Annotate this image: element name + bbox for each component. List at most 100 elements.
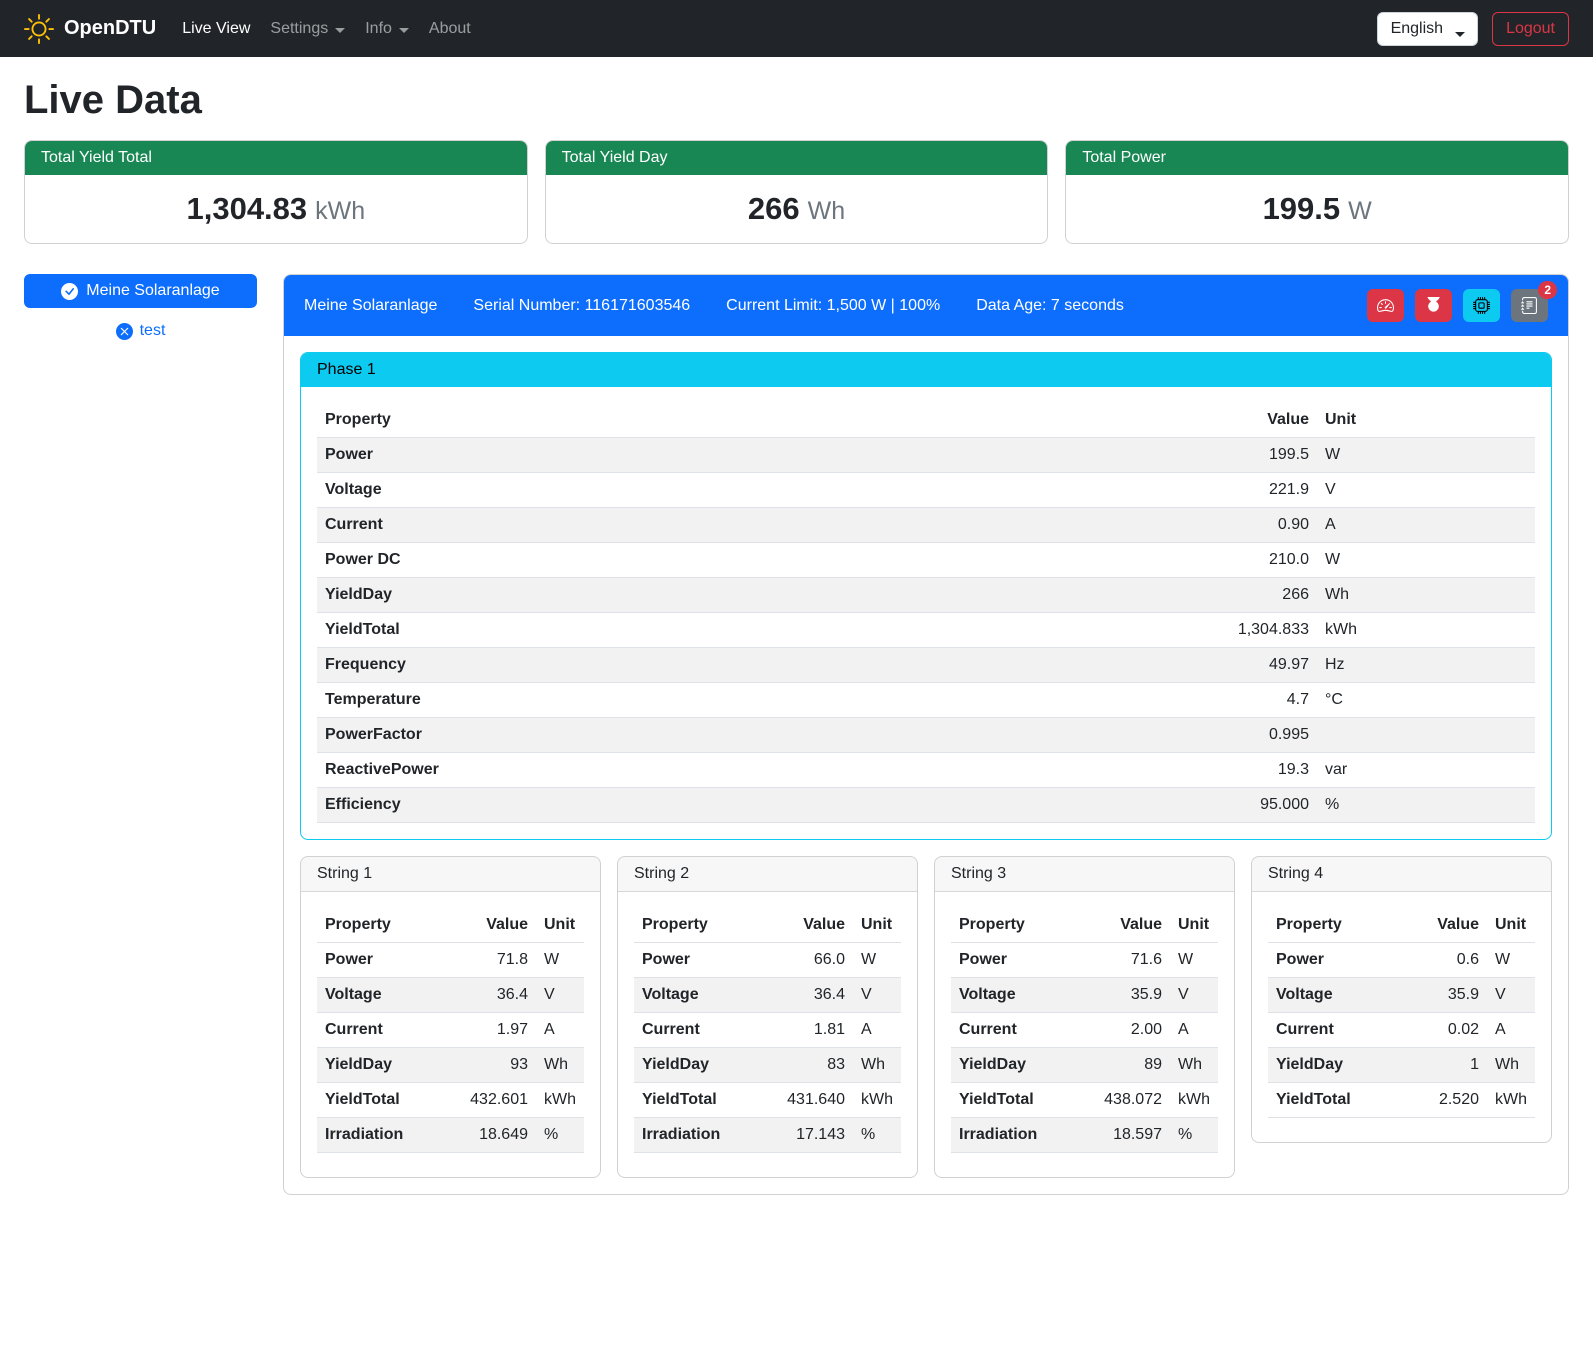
col-header-value: Value (769, 908, 853, 943)
inverter-limit: Current Limit: 1,500 W | 100% (726, 297, 940, 315)
inverter-actions: 2 (1367, 289, 1548, 322)
navbar: OpenDTU Live View Settings Info About En… (0, 0, 1593, 57)
summary-card-body: 1,304.83kWh (25, 175, 527, 243)
row-value: 210.0 (1197, 543, 1317, 578)
row-property: Temperature (317, 683, 1197, 718)
power-button[interactable] (1415, 289, 1452, 322)
col-header-value: Value (1086, 908, 1170, 943)
brand-link[interactable]: OpenDTU (24, 14, 156, 44)
x-circle-icon (116, 323, 133, 340)
row-value: 83 (769, 1048, 853, 1083)
row-unit: V (1317, 473, 1535, 508)
col-header-property: Property (317, 403, 1197, 438)
table-row: Power 71.6 W (951, 943, 1218, 978)
row-value: 2.520 (1403, 1083, 1487, 1118)
col-header-property: Property (1268, 908, 1403, 943)
row-property: YieldDay (634, 1048, 769, 1083)
string-table: Property Value Unit Power (634, 908, 901, 1153)
row-value: 0.6 (1403, 943, 1487, 978)
col-header-value: Value (452, 908, 536, 943)
logout-button[interactable]: Logout (1492, 12, 1569, 46)
table-row: Power 199.5 W (317, 438, 1535, 473)
table-row: Irradiation 18.597 % (951, 1118, 1218, 1153)
row-unit: A (853, 1013, 901, 1048)
events-button[interactable]: 2 (1511, 289, 1548, 322)
nav-settings[interactable]: Settings (260, 12, 355, 46)
inverter-select-button[interactable]: Meine Solaranlage (24, 274, 257, 308)
nav-about-label: About (429, 20, 471, 38)
table-row: Voltage 36.4 V (634, 978, 901, 1013)
string-table: Property Value Unit Power (1268, 908, 1535, 1118)
row-property: YieldTotal (317, 1083, 452, 1118)
table-row: Irradiation 18.649 % (317, 1118, 584, 1153)
nav-links: Live View Settings Info About (172, 12, 481, 46)
row-property: Power (1268, 943, 1403, 978)
row-property: YieldTotal (317, 613, 1197, 648)
limit-settings-button[interactable] (1367, 289, 1404, 322)
inverter-panel: Meine Solaranlage Serial Number: 1161716… (283, 274, 1569, 1195)
navbar-right: English Logout (1377, 12, 1569, 46)
content-row: Meine Solaranlage test Meine Solaranlage… (24, 274, 1569, 1195)
nav-settings-label: Settings (270, 20, 328, 38)
row-value: 432.601 (452, 1083, 536, 1118)
summary-card: Total Power 199.5W (1065, 140, 1569, 244)
table-row: YieldDay 83 Wh (634, 1048, 901, 1083)
table-row: YieldTotal 1,304.833 kWh (317, 613, 1535, 648)
row-unit (1317, 718, 1535, 753)
col-header-value: Value (1197, 403, 1317, 438)
nav-about[interactable]: About (419, 12, 481, 46)
table-row: Current 1.97 A (317, 1013, 584, 1048)
inverter-data-age: Data Age: 7 seconds (976, 297, 1124, 315)
inverter-item-test[interactable]: test (24, 322, 257, 340)
row-unit: W (1487, 943, 1535, 978)
string-card-title: String 1 (301, 857, 600, 892)
row-value: 1.81 (769, 1013, 853, 1048)
row-unit: V (1170, 978, 1218, 1013)
row-value: 93 (452, 1048, 536, 1083)
row-unit: kWh (536, 1083, 584, 1118)
summary-unit: kWh (315, 197, 365, 225)
inverter-item-test-label: test (140, 322, 166, 340)
row-property: YieldTotal (1268, 1083, 1403, 1118)
inverter-panel-header: Meine Solaranlage Serial Number: 1161716… (284, 275, 1568, 336)
row-property: YieldDay (317, 1048, 452, 1083)
table-row: YieldTotal 2.520 kWh (1268, 1083, 1535, 1118)
summary-card-title: Total Yield Day (546, 141, 1048, 175)
string-card: String 2 Property Value Unit (617, 856, 918, 1178)
row-unit: W (1170, 943, 1218, 978)
summary-unit: Wh (808, 197, 846, 225)
table-row: Voltage 35.9 V (951, 978, 1218, 1013)
row-unit: A (1170, 1013, 1218, 1048)
row-value: 1 (1403, 1048, 1487, 1083)
table-row: Power 71.8 W (317, 943, 584, 978)
summary-card: Total Yield Total 1,304.83kWh (24, 140, 528, 244)
nav-info[interactable]: Info (355, 12, 419, 46)
row-value: 49.97 (1197, 648, 1317, 683)
string-card-title: String 3 (935, 857, 1234, 892)
row-unit: °C (1317, 683, 1535, 718)
row-property: Voltage (1268, 978, 1403, 1013)
language-select[interactable]: English (1377, 12, 1478, 46)
row-value: 35.9 (1086, 978, 1170, 1013)
row-value: 18.597 (1086, 1118, 1170, 1153)
string-table: Property Value Unit Power (317, 908, 584, 1153)
table-row: Current 0.02 A (1268, 1013, 1535, 1048)
table-row: YieldDay 1 Wh (1268, 1048, 1535, 1083)
col-header-unit: Unit (853, 908, 901, 943)
table-row: Efficiency 95.000 % (317, 788, 1535, 823)
device-info-button[interactable] (1463, 289, 1500, 322)
row-unit: W (1317, 438, 1535, 473)
table-row: ReactivePower 19.3 var (317, 753, 1535, 788)
table-row: Power 66.0 W (634, 943, 901, 978)
table-row: Current 0.90 A (317, 508, 1535, 543)
nav-live-view[interactable]: Live View (172, 12, 260, 46)
col-header-unit: Unit (1170, 908, 1218, 943)
journal-icon (1521, 297, 1538, 314)
row-value: 36.4 (452, 978, 536, 1013)
row-unit: A (1317, 508, 1535, 543)
summary-unit: W (1348, 197, 1372, 225)
table-row: YieldTotal 431.640 kWh (634, 1083, 901, 1118)
row-value: 1,304.833 (1197, 613, 1317, 648)
row-property: Irradiation (317, 1118, 452, 1153)
row-value: 266 (1197, 578, 1317, 613)
